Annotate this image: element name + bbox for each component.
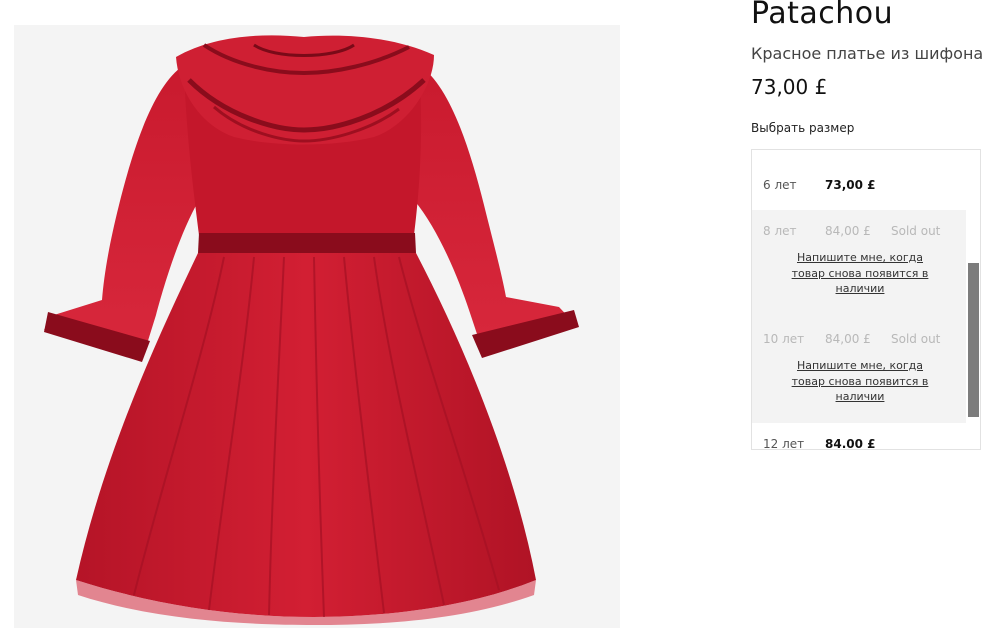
size-option-label: 6 лет: [763, 178, 797, 192]
size-selector-label: Выбрать размер: [751, 121, 855, 135]
scrollbar-thumb[interactable]: [968, 263, 979, 417]
product-price: 73,00 £: [751, 75, 828, 99]
notify-back-in-stock-link[interactable]: Напишите мне, когда товар снова появится…: [785, 358, 935, 405]
size-option-price: 84,00 £: [825, 224, 871, 238]
notify-back-in-stock-link[interactable]: Напишите мне, когда товар снова появится…: [785, 250, 935, 297]
brand-name: Patachou: [751, 0, 894, 31]
size-option-price: 84,00 £: [825, 332, 871, 346]
sold-out-badge: Sold out: [891, 224, 941, 238]
size-options-list[interactable]: 6 лет 73,00 £ 8 лет 84,00 £ Sold out Нап…: [751, 149, 981, 450]
scrollbar-track[interactable]: [966, 150, 980, 449]
size-option-label: 10 лет: [763, 332, 805, 346]
size-option-price: 84.00 £: [825, 437, 876, 450]
product-title: Красное платье из шифона: [751, 44, 982, 63]
size-option-price: 73,00 £: [825, 178, 876, 192]
size-option-10: 10 лет 84,00 £ Sold out Напишите мне, ко…: [752, 315, 967, 423]
size-option-8: 8 лет 84,00 £ Sold out Напишите мне, ког…: [752, 210, 967, 315]
size-option-12[interactable]: 12 лет 84.00 £: [752, 423, 967, 450]
sold-out-badge: Sold out: [891, 332, 941, 346]
red-dress-illustration: [44, 35, 579, 625]
size-option-6[interactable]: 6 лет 73,00 £: [752, 150, 967, 210]
size-option-label: 8 лет: [763, 224, 797, 238]
size-option-label: 12 лет: [763, 437, 805, 450]
product-image[interactable]: [14, 25, 620, 628]
